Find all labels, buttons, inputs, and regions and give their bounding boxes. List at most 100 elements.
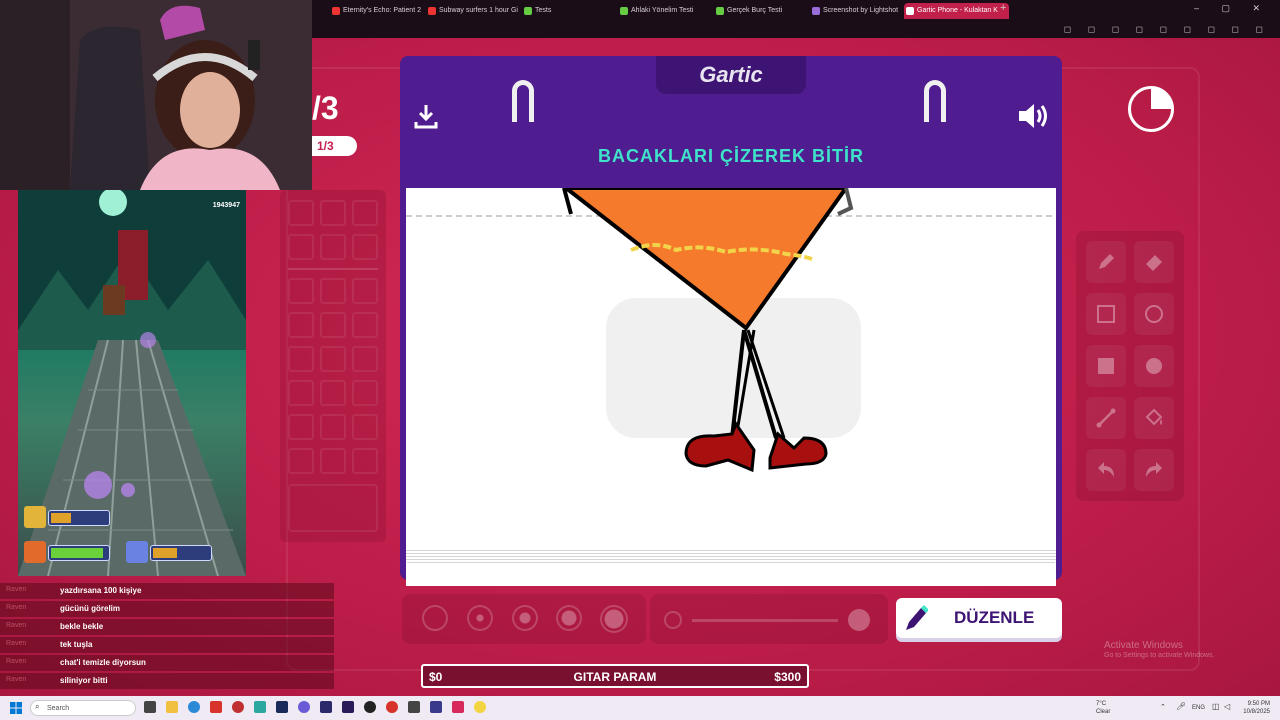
undo-icon <box>1098 462 1114 477</box>
drawing-tools <box>1076 231 1184 501</box>
filled-circle-icon <box>1146 358 1162 374</box>
fill-bucket-tool-button[interactable] <box>1134 397 1174 439</box>
language-indicator[interactable]: ENG <box>1192 705 1205 711</box>
drawing-canvas[interactable] <box>406 188 1056 586</box>
browser-tab[interactable]: Subway surfers 1 hour Gi <box>426 3 527 19</box>
hoverboard-powerup-icon <box>126 541 148 563</box>
color-swatch[interactable] <box>288 414 314 440</box>
color-swatch[interactable] <box>288 448 314 474</box>
tray-chevron-icon[interactable]: ⌃ <box>1160 703 1166 711</box>
brush-size-option[interactable] <box>600 605 628 633</box>
volume-icon[interactable]: ◁ <box>1224 702 1230 711</box>
chat-text: gücünü görelim <box>60 604 120 613</box>
app-icon[interactable] <box>474 701 486 713</box>
color-swatch[interactable] <box>320 448 346 474</box>
game-score: 1943947 <box>212 202 240 209</box>
task-view-icon[interactable] <box>144 701 156 713</box>
opera-icon[interactable] <box>386 701 398 713</box>
color-swatch[interactable] <box>288 312 314 338</box>
brush-size-option[interactable] <box>556 605 582 631</box>
windows-start-icon[interactable] <box>10 702 22 714</box>
filled-circle-tool-button[interactable] <box>1134 345 1174 387</box>
edit-button[interactable]: DÜZENLE <box>896 598 1062 638</box>
opacity-slider-track[interactable] <box>692 619 838 622</box>
redo-button[interactable] <box>1134 449 1174 491</box>
window-controls[interactable]: – ▢ ✕ <box>1194 3 1270 14</box>
download-icon[interactable] <box>412 102 440 130</box>
app-icon[interactable] <box>210 701 222 713</box>
chat-message: Raven chat'i temizle diyorsun <box>0 655 334 671</box>
rectangle-tool-button[interactable] <box>1086 293 1126 335</box>
app-icon[interactable] <box>232 701 244 713</box>
browser-tab[interactable]: Eternity's Echo: Patient 2 <box>330 3 433 19</box>
notepad-page-edges <box>406 548 1056 564</box>
color-swatch[interactable] <box>288 278 314 304</box>
color-swatch[interactable] <box>320 200 346 226</box>
chat-username: Raven <box>6 604 27 611</box>
browser-tab[interactable]: Tests <box>522 3 615 19</box>
app-icon[interactable] <box>254 701 266 713</box>
toolbar-icons[interactable]: ◻ ◻ ◻ ◻ ◻ ◻ ◻ ◻ ◻ <box>1064 24 1270 35</box>
undo-button[interactable] <box>1086 449 1126 491</box>
new-tab-button[interactable]: + <box>1000 2 1006 14</box>
taskbar-search[interactable]: Search <box>30 700 136 716</box>
speaker-icon[interactable] <box>1016 100 1052 132</box>
obs-icon[interactable] <box>364 701 376 713</box>
custom-color-picker[interactable] <box>288 484 378 532</box>
gartic-logo: Gartic <box>699 62 763 87</box>
eraser-tool-button[interactable] <box>1134 241 1174 283</box>
color-swatch[interactable] <box>352 380 378 406</box>
system-clock[interactable]: 9:50 PM 10/8/2025 <box>1243 700 1270 716</box>
tab-favicon-icon <box>524 7 532 15</box>
app-icon[interactable] <box>430 701 442 713</box>
premiere-icon[interactable] <box>342 701 354 713</box>
opacity-slider-handle[interactable] <box>848 609 870 631</box>
circle-tool-button[interactable] <box>1134 293 1174 335</box>
network-icon[interactable]: ◫ <box>1212 702 1220 711</box>
windows-taskbar: Search ⌕ 7°C Clear ⌃ 🎤︎ ENG ◫ ◁ 9:50 PM … <box>0 696 1280 720</box>
color-swatch[interactable] <box>352 448 378 474</box>
app-icon[interactable] <box>452 701 464 713</box>
color-swatch[interactable] <box>320 278 346 304</box>
color-swatch[interactable] <box>352 200 378 226</box>
color-swatch[interactable] <box>288 380 314 406</box>
browser-tab-active[interactable]: Gartic Phone - Kulaktan K <box>904 3 1009 19</box>
filled-rectangle-tool-button[interactable] <box>1086 345 1126 387</box>
donation-goal-bar: $0 GITAR PARAM $300 <box>421 664 809 688</box>
brush-size-option[interactable] <box>467 605 493 631</box>
edge-browser-icon[interactable] <box>188 701 200 713</box>
color-swatch[interactable] <box>352 414 378 440</box>
color-swatch[interactable] <box>320 346 346 372</box>
jetpack-powerup-icon <box>24 541 46 563</box>
pencil-tool-button[interactable] <box>1086 241 1126 283</box>
browser-tab[interactable]: Ahlaki Yönelim Testi <box>618 3 719 19</box>
color-swatch[interactable] <box>352 346 378 372</box>
browser-tab[interactable]: Gerçek Burç Testi <box>714 3 815 19</box>
file-explorer-icon[interactable] <box>166 701 178 713</box>
color-swatch[interactable] <box>320 380 346 406</box>
microphone-icon[interactable]: 🎤︎ <box>1176 702 1186 711</box>
clock-time: 9:50 PM <box>1247 701 1270 707</box>
chat-username: Raven <box>6 676 27 683</box>
color-swatch[interactable] <box>288 200 314 226</box>
color-swatch[interactable] <box>288 346 314 372</box>
brush-size-option[interactable] <box>422 605 448 631</box>
circle-outline-icon <box>1145 305 1163 323</box>
weather-widget[interactable]: 7°C Clear <box>1096 700 1110 716</box>
color-swatch[interactable] <box>320 414 346 440</box>
brush-size-option[interactable] <box>512 605 538 631</box>
color-swatch[interactable] <box>352 234 378 260</box>
browser-tab[interactable]: Screenshot by Lightshot <box>810 3 913 19</box>
color-swatch[interactable] <box>352 312 378 338</box>
color-swatch[interactable] <box>320 312 346 338</box>
photoshop-icon[interactable] <box>276 701 288 713</box>
clock-date: 10/8/2025 <box>1243 709 1270 715</box>
app-icon[interactable] <box>408 701 420 713</box>
color-swatch[interactable] <box>352 278 378 304</box>
discord-icon[interactable] <box>298 701 310 713</box>
color-swatch[interactable] <box>288 234 314 260</box>
tab-favicon-icon <box>716 7 724 15</box>
after-effects-icon[interactable] <box>320 701 332 713</box>
line-tool-button[interactable] <box>1086 397 1126 439</box>
color-swatch[interactable] <box>320 234 346 260</box>
